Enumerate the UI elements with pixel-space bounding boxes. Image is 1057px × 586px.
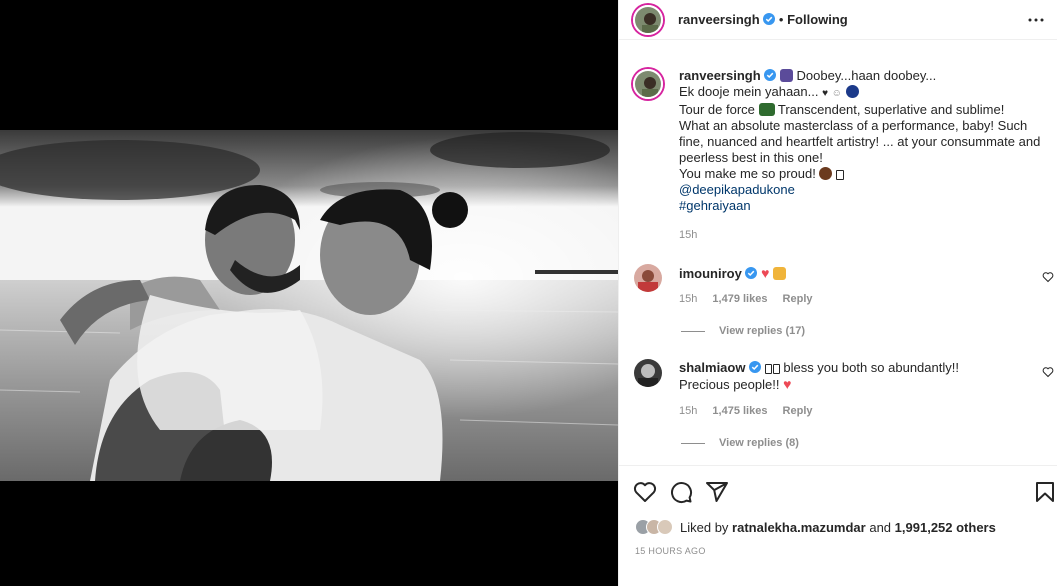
share-icon[interactable]: [705, 480, 729, 504]
comment-item: imouniroy ♥ 15h 1,479 likes Reply View r…: [634, 263, 1054, 353]
avatar-image: [635, 7, 661, 33]
comment-likes[interactable]: 1,479 likes: [712, 293, 767, 305]
post-details-panel: ranveersingh • Following ranveersingh Do…: [618, 0, 1057, 586]
caption-avatar[interactable]: [633, 69, 663, 99]
missing-glyph-icon: [764, 364, 772, 374]
emoji-icon: [779, 69, 793, 82]
post-photo[interactable]: [0, 130, 618, 481]
post-actions-section: Liked by ratnalekha.mazumdar and 1,991,2…: [619, 465, 1057, 586]
verified-icon: [745, 267, 758, 279]
comment-item: shalmiaow bless you both so abundantly!!…: [634, 358, 1054, 458]
red-heart-icon: ♥: [783, 376, 792, 392]
post-header: ranveersingh • Following: [619, 0, 1057, 40]
likes-and: and: [869, 519, 892, 535]
comment-text-line: imouniroy ♥: [679, 265, 1009, 282]
caption-line-2: Ek dooje mein yahaan... ♥ ☺: [679, 84, 1049, 102]
verified-icon: [764, 69, 777, 81]
face-emoji-icon: ☺: [831, 88, 842, 99]
likes-summary: Liked by ratnalekha.mazumdar and 1,991,2…: [635, 517, 996, 537]
comment-like-heart-icon[interactable]: [1042, 366, 1054, 378]
comment-meta: 15h 1,479 likes Reply: [679, 293, 825, 305]
caption-timestamp: 15h: [679, 229, 698, 241]
view-replies-button[interactable]: View replies (17): [681, 325, 805, 337]
car-emoji-icon: [758, 103, 775, 116]
caption-line-5: You make me so proud!: [679, 166, 1049, 182]
author-avatar[interactable]: [633, 5, 663, 35]
avatar-image: [634, 264, 662, 292]
comment-meta: 15h 1,475 likes Reply: [679, 405, 825, 417]
heart-emoji-icon: ♥: [822, 88, 829, 99]
comment-avatar[interactable]: [634, 264, 662, 292]
comment-icon[interactable]: [669, 480, 693, 504]
author-username[interactable]: ranveersingh: [678, 12, 760, 27]
caption-text-3a: Tour de force: [679, 102, 755, 117]
caption-text-2: Ek dooje mein yahaan...: [679, 84, 819, 99]
replies-divider: [681, 442, 705, 444]
likes-others-count[interactable]: 1,991,252 others: [895, 520, 996, 535]
comment-text-line: shalmiaow bless you both so abundantly!!…: [679, 360, 1009, 393]
reply-button[interactable]: Reply: [783, 293, 813, 305]
more-icon[interactable]: [1024, 14, 1048, 26]
comment-likes[interactable]: 1,475 likes: [712, 405, 767, 417]
hashtag-link[interactable]: #gehraiyaan: [679, 198, 751, 213]
comment-avatar[interactable]: [634, 359, 662, 387]
red-heart-icon: ♥: [761, 265, 770, 281]
caption-text-1: Doobey...haan doobey...: [796, 68, 937, 83]
mention-link[interactable]: @deepikapadukone: [679, 182, 795, 197]
caption-username[interactable]: ranveersingh: [679, 68, 761, 83]
replies-divider: [681, 330, 705, 332]
avatar-image: [635, 71, 661, 97]
missing-glyph-icon: [772, 364, 780, 374]
liker-avatar[interactable]: [657, 519, 673, 535]
post-photo-image: [0, 130, 618, 481]
comment-username[interactable]: shalmiaow: [679, 360, 745, 375]
heart-icon[interactable]: [633, 480, 657, 504]
separator-dot: •: [778, 12, 784, 27]
caption-line-3: Tour de force Transcendent, superlative …: [679, 102, 1049, 118]
hug-emoji-icon: [819, 167, 833, 180]
reply-button[interactable]: Reply: [783, 405, 813, 417]
post-time-ago[interactable]: 15 HOURS AGO: [635, 546, 706, 556]
bookmark-icon[interactable]: [1033, 480, 1057, 504]
instagram-post-modal: ranveersingh • Following ranveersingh Do…: [0, 0, 1057, 586]
view-replies-button[interactable]: View replies (8): [681, 437, 799, 449]
raised-hands-icon: [773, 267, 787, 280]
verified-icon: [763, 13, 776, 25]
liked-by-user[interactable]: ratnalekha.mazumdar: [732, 520, 866, 535]
caption-text-3b: Transcendent, superlative and sublime!: [777, 102, 1005, 117]
likes-text: Liked by ratnalekha.mazumdar and 1,991,2…: [680, 520, 996, 535]
likes-prefix: Liked by: [680, 519, 729, 535]
caption-text-5: You make me so proud!: [679, 166, 816, 181]
post-media: [0, 0, 618, 586]
header-user-line: ranveersingh • Following: [678, 12, 848, 27]
following-button[interactable]: Following: [787, 12, 848, 27]
view-replies-label: View replies (8): [719, 437, 799, 449]
evil-eye-icon: [845, 85, 859, 98]
caption-line-1: ranveersingh Doobey...haan doobey...: [679, 68, 1049, 84]
comment-time: 15h: [679, 405, 698, 417]
missing-glyph-icon: [836, 170, 845, 180]
view-replies-label: View replies (17): [719, 325, 806, 337]
avatar-image: [634, 359, 662, 387]
post-caption: ranveersingh Doobey...haan doobey... Ek …: [679, 68, 1049, 214]
verified-icon: [749, 361, 762, 373]
comment-username[interactable]: imouniroy: [679, 266, 742, 281]
comment-time: 15h: [679, 293, 698, 305]
comment-like-heart-icon[interactable]: [1042, 271, 1054, 283]
caption-text-4: What an absolute masterclass of a perfor…: [679, 118, 1041, 165]
